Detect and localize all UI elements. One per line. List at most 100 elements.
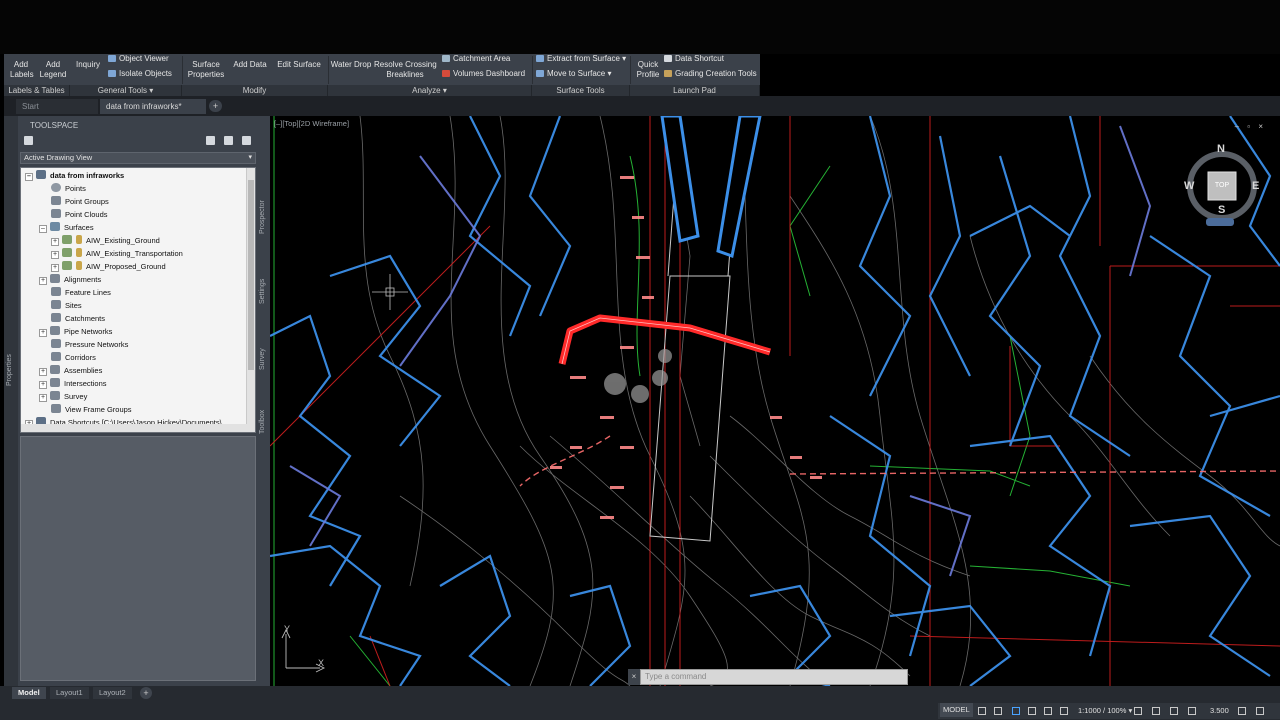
surface-properties-button[interactable]: Surface Properties — [186, 60, 226, 80]
volumes-dashboard-icon — [442, 70, 450, 77]
status-bar: MODEL 1:1000 / 100% ▾ 3.500 — [938, 703, 1280, 719]
viewcube-north[interactable]: N — [1217, 143, 1225, 155]
tree-node-surface[interactable]: + AIW_Existing_Ground — [51, 234, 160, 247]
scrollbar-thumb[interactable] — [248, 180, 254, 370]
tree-node-surfaces[interactable]: – Surfaces — [39, 221, 94, 234]
tab-prospector[interactable]: Prospector — [258, 190, 270, 250]
customize-icon[interactable] — [1238, 707, 1246, 715]
tab-start[interactable]: Start — [16, 99, 98, 114]
tab-toolbox[interactable]: Toolbox — [258, 400, 270, 460]
ortho-icon[interactable] — [1012, 707, 1020, 715]
tree-node-pressure-networks[interactable]: Pressure Networks — [51, 338, 128, 351]
tree-node-root[interactable]: – data from infraworks — [25, 169, 124, 182]
edit-surface-button[interactable]: Edit Surface — [276, 60, 322, 70]
annotation-scale[interactable]: 1:1000 / 100% ▾ — [1078, 703, 1132, 719]
viewcube-top[interactable]: TOP — [1210, 182, 1234, 189]
tree-node-surface[interactable]: + AIW_Proposed_Ground — [51, 260, 166, 273]
command-line-close-button[interactable]: × — [628, 669, 640, 685]
tab-model[interactable]: Model — [12, 687, 46, 699]
add-data-button[interactable]: Add Data — [232, 60, 268, 70]
tree-node-intersections[interactable]: + Intersections — [39, 377, 107, 390]
tree-horizontal-scrollbar[interactable] — [21, 424, 247, 432]
new-layout-button[interactable]: + — [140, 687, 152, 699]
add-labels-button[interactable]: Add Labels — [10, 60, 34, 80]
lineweight-icon[interactable] — [1188, 707, 1196, 715]
tree-node-alignments[interactable]: + Alignments — [39, 273, 101, 286]
toolspace-palette: Properties TOOLSPACE Active Drawing View… — [4, 116, 270, 686]
isolate-objects-button[interactable]: Isolate Objects — [108, 69, 172, 79]
data-shortcut-button[interactable]: Data Shortcut — [664, 54, 724, 64]
panel-general-tools[interactable]: General Tools ▾ — [70, 85, 182, 96]
tab-settings[interactable]: Settings — [258, 270, 270, 320]
tree-node-assemblies[interactable]: + Assemblies — [39, 364, 102, 377]
tree-node-pipe-networks[interactable]: + Pipe Networks — [39, 325, 112, 338]
annotation-icon[interactable] — [1060, 707, 1068, 715]
help-icon[interactable] — [242, 136, 251, 145]
ribbon-separator — [328, 56, 329, 84]
tree-node-points[interactable]: Points — [51, 182, 86, 195]
tab-layout2[interactable]: Layout2 — [93, 687, 132, 699]
viewport-window-controls[interactable]: – ▫ × — [1235, 122, 1266, 131]
tree-node-point-clouds[interactable]: Point Clouds — [51, 208, 108, 221]
toolspace-toolbar — [20, 134, 256, 148]
drawing-view-select[interactable]: Active Drawing View ▾ — [20, 152, 256, 164]
tree-node-view-frame-groups[interactable]: View Frame Groups — [51, 403, 132, 416]
toolspace-item-view — [20, 436, 256, 681]
tab-data-from-infraworks[interactable]: data from infraworks* — [100, 99, 206, 114]
command-line-input[interactable]: Type a command — [640, 669, 908, 685]
file-tabs: Start data from infraworks* + — [4, 96, 1280, 116]
tree-node-feature-lines[interactable]: Feature Lines — [51, 286, 111, 299]
new-tab-button[interactable]: + — [209, 100, 222, 112]
inquiry-button[interactable]: Inquiry — [74, 60, 102, 70]
osnap-icon[interactable] — [1044, 707, 1052, 715]
model-space-button[interactable]: MODEL — [940, 703, 973, 717]
panel-surface-tools[interactable]: Surface Tools — [532, 85, 630, 96]
catchment-area-button[interactable]: Catchment Area — [442, 54, 510, 64]
panel-modify[interactable]: Modify — [182, 85, 328, 96]
workspace-icon[interactable] — [1170, 707, 1178, 715]
quick-profile-button[interactable]: Quick Profile — [634, 60, 662, 80]
object-viewer-icon — [108, 55, 116, 62]
viewcube-south[interactable]: S — [1218, 204, 1225, 216]
viewcube-west[interactable]: W — [1184, 180, 1194, 192]
tab-layout1[interactable]: Layout1 — [50, 687, 89, 699]
extract-from-surface-button[interactable]: Extract from Surface ▾ — [536, 54, 626, 64]
polar-icon[interactable] — [1028, 707, 1036, 715]
tree-node-survey[interactable]: + Survey — [39, 390, 87, 403]
tree-node-sites[interactable]: Sites — [51, 299, 82, 312]
viewcube[interactable]: N S W E TOP — [1182, 143, 1262, 236]
properties-strip[interactable]: Properties — [4, 116, 18, 686]
tree-node-catchments[interactable]: Catchments — [51, 312, 105, 325]
drawing-linework — [270, 116, 1280, 686]
gear-icon[interactable] — [1134, 707, 1142, 715]
viewcube-east[interactable]: E — [1252, 180, 1259, 192]
toolspace-view-icon[interactable] — [206, 136, 215, 145]
move-to-surface-button[interactable]: Move to Surface ▾ — [536, 69, 612, 79]
tree-vertical-scrollbar[interactable] — [246, 168, 255, 432]
toolspace-options-icon[interactable] — [24, 136, 33, 145]
drawing-canvas[interactable]: [–][Top][2D Wireframe] – ▫ × Y X N S W E… — [270, 116, 1280, 686]
fullscreen-icon[interactable] — [1256, 707, 1264, 715]
grading-creation-tools-button[interactable]: Grading Creation Tools — [664, 69, 757, 79]
tree-node-corridors[interactable]: Corridors — [51, 351, 96, 364]
tab-survey[interactable]: Survey — [258, 340, 270, 390]
tree-node-surface[interactable]: + AIW_Existing_Transportation — [51, 247, 183, 260]
panel-labels-tables[interactable]: Labels & Tables — [4, 85, 70, 96]
catchment-area-icon — [442, 55, 450, 62]
resolve-crossing-breaklines-button[interactable]: Resolve Crossing Breaklines — [374, 60, 437, 80]
panel-analyze[interactable]: Analyze ▾ — [328, 85, 532, 96]
window-title-area — [0, 0, 1280, 54]
ribbon-separator — [532, 56, 533, 84]
plus-icon[interactable] — [1152, 707, 1160, 715]
snap-icon[interactable] — [994, 707, 1002, 715]
grid-icon[interactable] — [978, 707, 986, 715]
water-drop-button[interactable]: Water Drop — [330, 60, 372, 70]
tree-node-point-groups[interactable]: Point Groups — [51, 195, 109, 208]
add-legend-button[interactable]: Add Legend — [38, 60, 68, 80]
volumes-dashboard-button[interactable]: Volumes Dashboard — [442, 69, 525, 79]
panel-launch-pad[interactable]: Launch Pad — [630, 85, 760, 96]
object-viewer-button[interactable]: Object Viewer — [108, 54, 169, 64]
toolspace-window-icon[interactable] — [224, 136, 233, 145]
viewport-controls-label[interactable]: [–][Top][2D Wireframe] — [274, 119, 349, 128]
ucs-x-label: X — [318, 658, 325, 668]
